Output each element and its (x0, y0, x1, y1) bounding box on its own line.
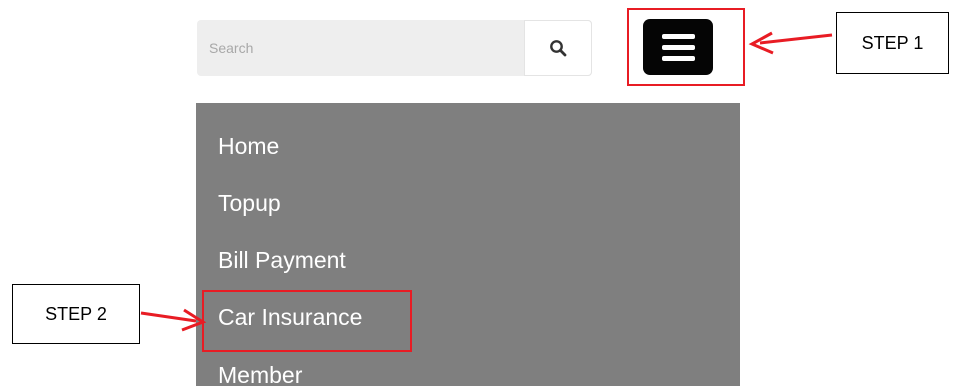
search-input[interactable] (197, 20, 524, 76)
menu-item-topup[interactable]: Topup (218, 192, 281, 215)
step1-highlight-box (627, 8, 745, 86)
step1-label: STEP 1 (836, 12, 949, 74)
menu-item-member[interactable]: Member (218, 364, 302, 386)
step1-arrow-icon (748, 31, 833, 55)
step2-highlight-box (202, 290, 412, 352)
step2-label: STEP 2 (12, 284, 140, 344)
menu-item-home[interactable]: Home (218, 135, 279, 158)
search-button[interactable] (524, 20, 592, 76)
step2-arrow-icon (140, 308, 207, 332)
search-box (197, 20, 592, 76)
search-icon (550, 40, 567, 57)
menu-item-bill-payment[interactable]: Bill Payment (218, 249, 346, 272)
